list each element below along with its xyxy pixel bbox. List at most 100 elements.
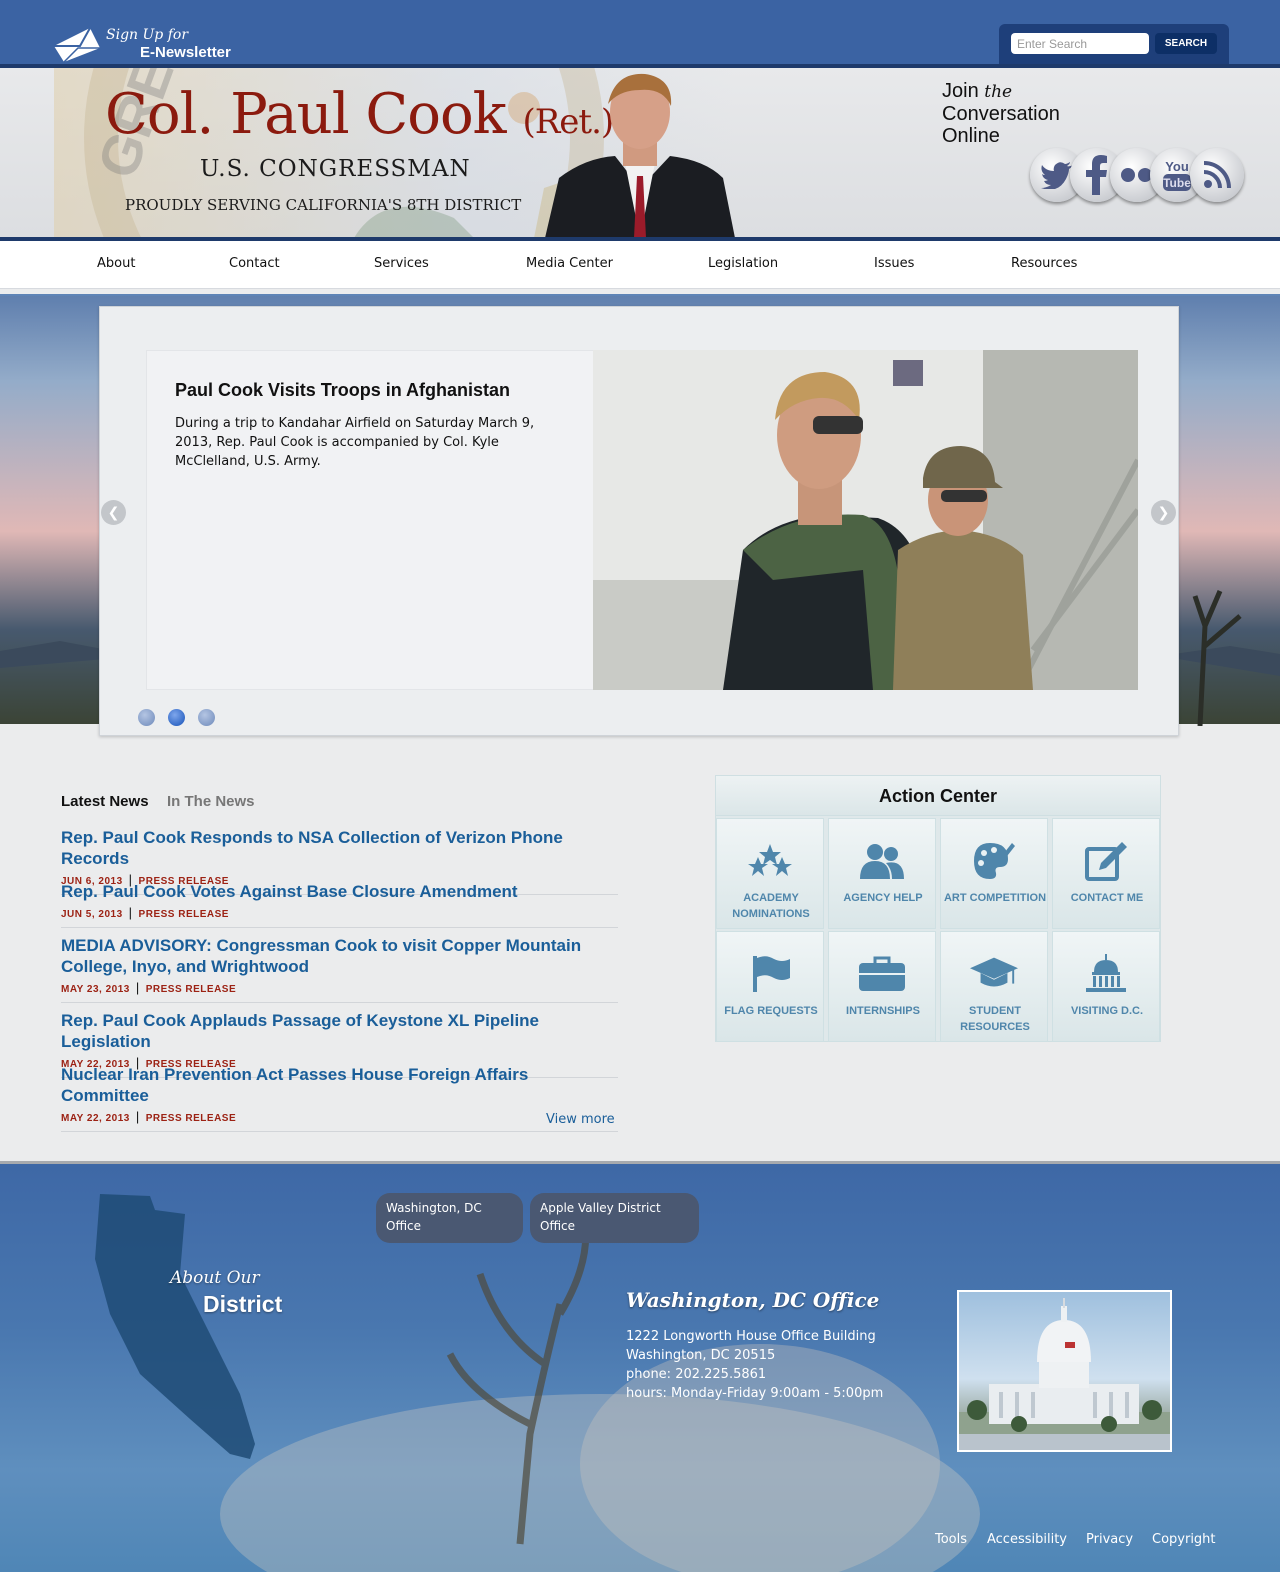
- news-title[interactable]: MEDIA ADVISORY: Congressman Cook to visi…: [61, 935, 618, 977]
- nav-about[interactable]: About: [97, 256, 135, 271]
- tile-student-resources[interactable]: STUDENT RESOURCES: [940, 931, 1048, 1042]
- tile-label: AGENCY HELP: [843, 892, 923, 904]
- svg-text:You: You: [1165, 159, 1189, 174]
- about-district-line1[interactable]: About Our: [170, 1268, 260, 1288]
- briefcase-icon: [858, 954, 906, 994]
- chevron-left-icon: ❮: [107, 504, 120, 521]
- slide-photo[interactable]: [593, 350, 1138, 690]
- palette-icon: [970, 841, 1018, 881]
- office-phone: phone: 202.225.5861: [626, 1367, 767, 1382]
- join-conversation: Join the Conversation Online: [942, 80, 1060, 147]
- office-address-line: Washington, DC 20515: [626, 1348, 776, 1363]
- tile-label: CONTACT ME: [1070, 892, 1144, 904]
- nav-contact[interactable]: Contact: [229, 256, 280, 271]
- tile-internships[interactable]: INTERNSHIPS: [828, 931, 936, 1042]
- edit-icon: [1082, 841, 1130, 881]
- office-address-line: 1222 Longworth House Office Building: [626, 1329, 876, 1344]
- envelope-icon: [52, 26, 102, 63]
- newsletter-line2: E-Newsletter: [140, 44, 231, 61]
- tile-visiting-dc[interactable]: VISITING D.C.: [1052, 931, 1160, 1042]
- search-box: SEARCH: [999, 24, 1229, 64]
- slider-next-button[interactable]: ❯: [1151, 500, 1176, 525]
- news-item: Nuclear Iran Prevention Act Passes House…: [61, 1064, 618, 1132]
- nav-resources[interactable]: Resources: [1011, 256, 1077, 271]
- news-date: JUN 5, 2013: [61, 909, 123, 920]
- rss-icon[interactable]: [1190, 148, 1244, 202]
- newsletter-signup-link[interactable]: Sign Up for E-Newsletter: [52, 24, 231, 64]
- footer-link-privacy[interactable]: Privacy: [1086, 1532, 1133, 1547]
- nav-services[interactable]: Services: [374, 256, 429, 271]
- news-meta: MAY 22, 2013 | PRESS RELEASE: [61, 1109, 237, 1124]
- stars-icon: [746, 841, 794, 881]
- tab-apple-valley-office[interactable]: Apple Valley District Office: [530, 1193, 699, 1243]
- tile-art-competition[interactable]: ART COMPETITION: [940, 818, 1048, 929]
- tile-contact-me[interactable]: CONTACT ME: [1052, 818, 1160, 929]
- office-heading: Washington, DC Office: [626, 1288, 880, 1312]
- tab-in-the-news[interactable]: In The News: [167, 793, 255, 810]
- slide-title[interactable]: Paul Cook Visits Troops in Afghanistan: [175, 380, 510, 401]
- nav-legislation[interactable]: Legislation: [708, 256, 778, 271]
- main-nav: About Contact Services Media Center Legi…: [0, 241, 1280, 289]
- footer-link-accessibility[interactable]: Accessibility: [987, 1532, 1067, 1547]
- news-item: MEDIA ADVISORY: Congressman Cook to visi…: [61, 935, 618, 1003]
- tile-label: ACADEMY NOMINATIONS: [732, 892, 810, 920]
- news-type[interactable]: PRESS RELEASE: [146, 984, 236, 995]
- capitol-photo: [957, 1290, 1172, 1452]
- action-center-header: Action Center: [716, 776, 1160, 816]
- svg-text:Tube: Tube: [1163, 176, 1191, 190]
- tile-academy-nominations[interactable]: ACADEMY NOMINATIONS: [716, 818, 824, 929]
- action-center: Action Center ACADEMY NOMINATIONS AGENCY…: [715, 775, 1161, 1042]
- tile-label: INTERNSHIPS: [846, 1005, 920, 1017]
- slider-dot-1[interactable]: [138, 709, 155, 726]
- search-button[interactable]: SEARCH: [1155, 33, 1217, 54]
- tile-label: FLAG REQUESTS: [724, 1005, 818, 1017]
- slide-caption-box: [146, 350, 594, 690]
- tab-washington-office[interactable]: Washington, DC Office: [376, 1193, 523, 1243]
- graduation-cap-icon: [970, 954, 1018, 994]
- news-item: Rep. Paul Cook Votes Against Base Closur…: [61, 881, 618, 928]
- news-meta: MAY 23, 2013 | PRESS RELEASE: [61, 980, 237, 995]
- slider-prev-button[interactable]: ❮: [101, 500, 126, 525]
- slide-body: During a trip to Kandahar Airfield on Sa…: [175, 416, 535, 469]
- news-date: MAY 22, 2013: [61, 1113, 130, 1124]
- news-title[interactable]: Rep. Paul Cook Responds to NSA Collectio…: [61, 827, 618, 869]
- news-title[interactable]: Nuclear Iran Prevention Act Passes House…: [61, 1064, 618, 1106]
- newsletter-line1: Sign Up for: [106, 27, 189, 43]
- footer-link-copyright[interactable]: Copyright: [1152, 1532, 1216, 1547]
- slider-dot-2[interactable]: [168, 709, 185, 726]
- news-meta: JUN 5, 2013 | PRESS RELEASE: [61, 905, 229, 920]
- news-title[interactable]: Rep. Paul Cook Applauds Passage of Keyst…: [61, 1010, 618, 1052]
- capitol-icon: [1082, 954, 1130, 994]
- congressman-portrait: [545, 68, 735, 238]
- news-date: MAY 23, 2013: [61, 984, 130, 995]
- people-icon: [858, 841, 906, 881]
- tile-label: ART COMPETITION: [943, 892, 1047, 904]
- join-word: Join: [942, 80, 979, 102]
- news-title[interactable]: Rep. Paul Cook Votes Against Base Closur…: [61, 881, 618, 902]
- footer-link-tools[interactable]: Tools: [935, 1532, 967, 1547]
- flag-icon: [746, 954, 794, 994]
- tile-agency-help[interactable]: AGENCY HELP: [828, 818, 936, 929]
- nav-media-center[interactable]: Media Center: [526, 256, 613, 271]
- news-type[interactable]: PRESS RELEASE: [139, 909, 229, 920]
- office-hours: hours: Monday-Friday 9:00am - 5:00pm: [626, 1386, 884, 1401]
- join-line3: Online: [942, 125, 1000, 147]
- tile-flag-requests[interactable]: FLAG REQUESTS: [716, 931, 824, 1042]
- about-district-line2[interactable]: District: [203, 1291, 282, 1318]
- social-links: You Tube: [1030, 148, 1244, 202]
- tab-latest-news[interactable]: Latest News: [61, 793, 149, 810]
- slider-dot-3[interactable]: [198, 709, 215, 726]
- district-tagline: PROUDLY SERVING CALIFORNIA'S 8TH DISTRIC…: [125, 196, 522, 214]
- view-more-link[interactable]: View more: [546, 1112, 615, 1127]
- news-type[interactable]: PRESS RELEASE: [146, 1113, 236, 1124]
- action-center-title: Action Center: [878, 786, 997, 806]
- search-input[interactable]: [1011, 33, 1149, 54]
- congressman-name: Col. Paul Cook (Ret.): [105, 82, 614, 147]
- title-subtitle: U.S. CONGRESSMAN: [200, 156, 471, 182]
- tile-label: VISITING D.C.: [1070, 1005, 1144, 1017]
- join-line2: Conversation: [942, 103, 1060, 125]
- nav-issues[interactable]: Issues: [874, 256, 914, 271]
- tile-label: STUDENT RESOURCES: [960, 1005, 1030, 1033]
- chevron-right-icon: ❯: [1157, 504, 1170, 521]
- join-the: the: [984, 82, 1013, 102]
